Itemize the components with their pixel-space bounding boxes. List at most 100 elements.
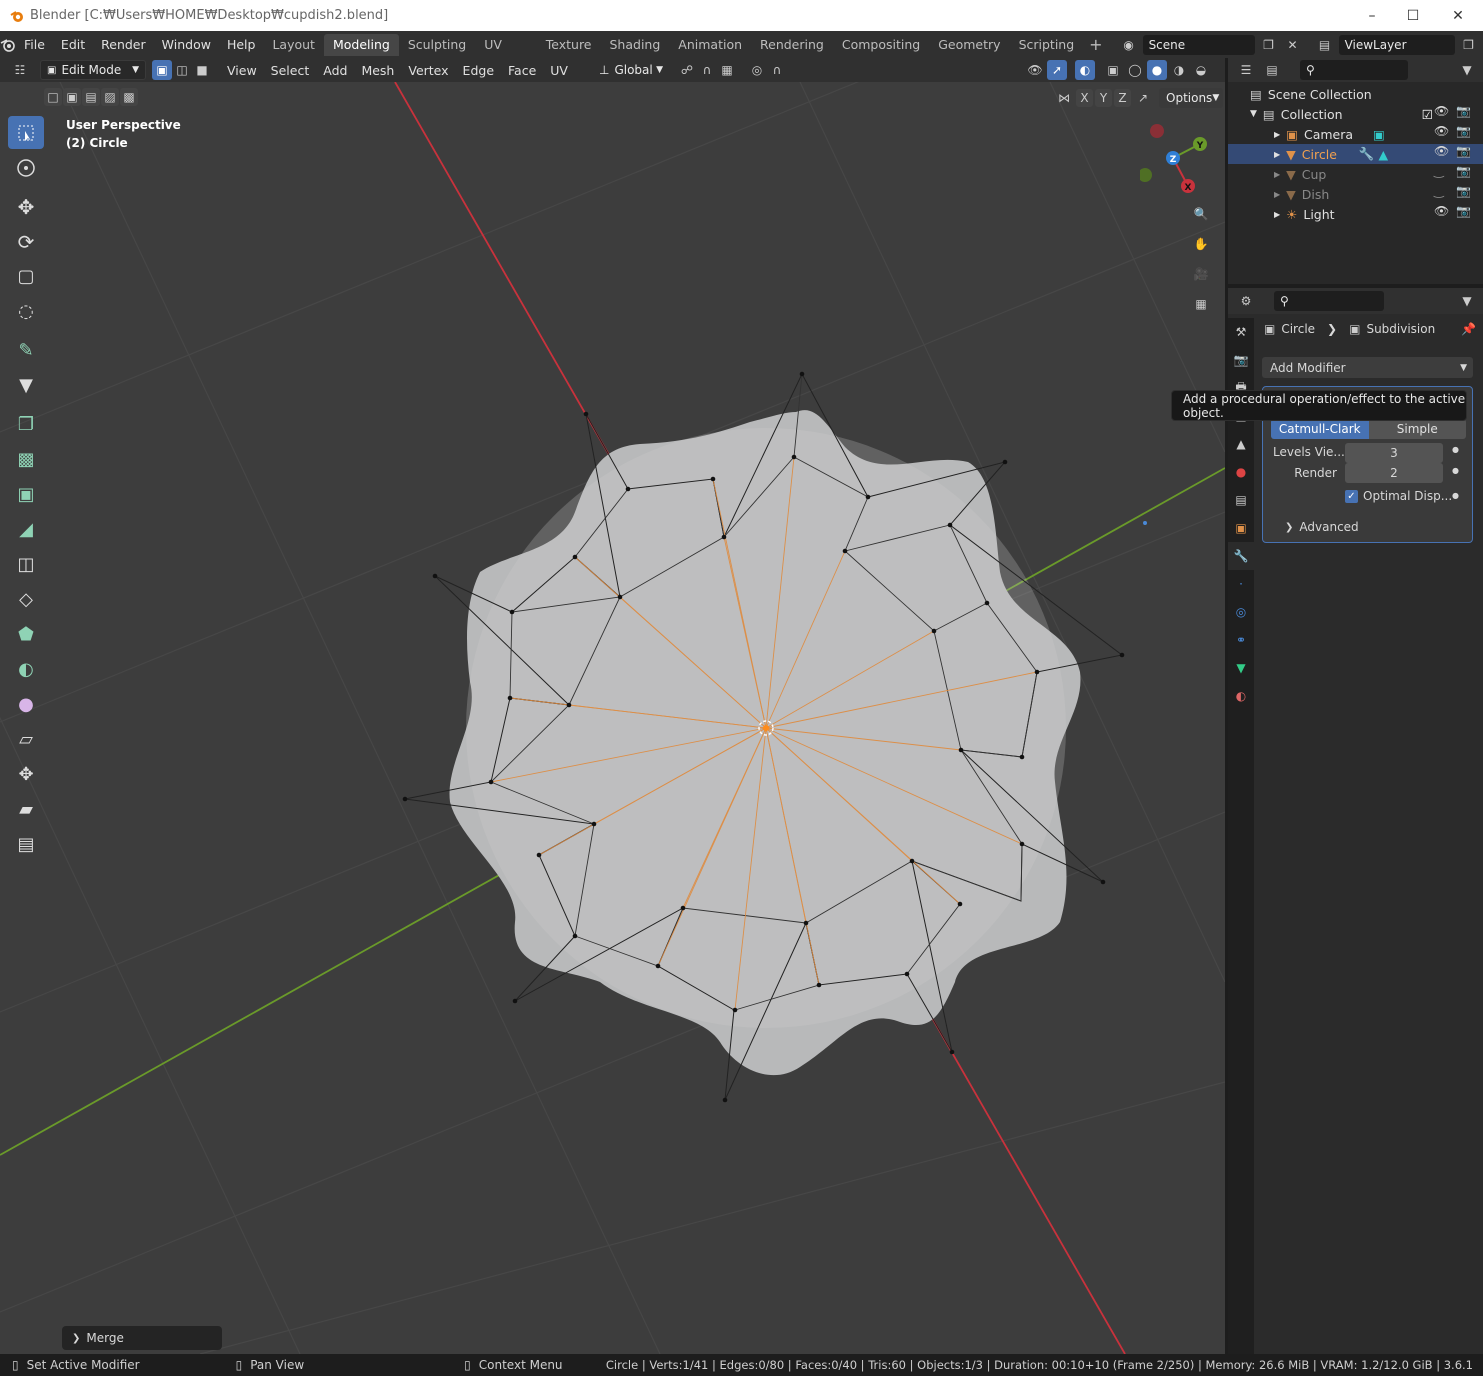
new-scene-icon[interactable]: ❐ <box>1259 35 1279 55</box>
menu-select[interactable]: Select <box>264 63 317 78</box>
add-workspace-icon[interactable]: + <box>1083 35 1108 54</box>
collection-tab[interactable]: ▤ <box>1228 486 1254 514</box>
solid-shading-icon[interactable]: ● <box>1147 60 1167 80</box>
tab-modeling[interactable]: Modeling <box>323 33 399 56</box>
outliner-scene-collection[interactable]: ▤ Scene Collection <box>1228 84 1483 104</box>
simple-button[interactable]: Simple <box>1368 419 1466 439</box>
shrink-fatten-tool[interactable]: ✥ <box>8 758 44 791</box>
levels-viewport-field[interactable]: 3 <box>1345 443 1443 463</box>
menu-view[interactable]: View <box>220 63 264 78</box>
snap-target-icon[interactable]: ▦ <box>717 60 737 80</box>
select-box-tool[interactable] <box>8 116 44 149</box>
scene-tab[interactable]: ▲ <box>1228 430 1254 458</box>
tab-rendering[interactable]: Rendering <box>751 34 833 56</box>
visibility-icon[interactable]: 👁 <box>1025 60 1045 80</box>
knife-tool[interactable]: ◇ <box>8 583 44 616</box>
tab-compositing[interactable]: Compositing <box>833 34 929 56</box>
tab-animation[interactable]: Animation <box>669 34 751 56</box>
keyframe-dot-icon[interactable]: ● <box>1452 445 1459 454</box>
gizmo-toggle-icon[interactable]: ➚ <box>1047 60 1067 80</box>
properties-search[interactable]: ⚲ <box>1274 291 1384 311</box>
material-tab[interactable]: ◐ <box>1228 682 1254 710</box>
menu-add[interactable]: Add <box>316 63 354 78</box>
face-select-icon[interactable]: ■ <box>192 60 212 80</box>
select-extend-icon[interactable]: ▣ <box>63 88 81 106</box>
world-tab[interactable]: ● <box>1228 458 1254 486</box>
falloff-icon[interactable]: ∩ <box>767 60 787 80</box>
overlay-toggle-icon[interactable]: ◐ <box>1075 60 1095 80</box>
object-tab[interactable]: ▣ <box>1228 514 1254 542</box>
rip-region-tool[interactable]: ▤ <box>8 828 44 861</box>
eye-closed-icon[interactable]: ‿ <box>1434 184 1449 202</box>
minimize-button[interactable]: – <box>1349 0 1395 31</box>
zoom-icon[interactable]: 🔍 <box>1189 202 1213 226</box>
view-layer-icon[interactable]: ▤ <box>1315 35 1335 55</box>
optimal-display-checkbox[interactable]: ✓ Optimal Disp... <box>1345 489 1452 503</box>
options-dropdown[interactable]: Options ▼ <box>1159 88 1223 108</box>
mirror-x-toggle[interactable]: X <box>1076 89 1093 107</box>
outliner-search[interactable]: ⚲ <box>1300 60 1408 80</box>
advanced-subpanel[interactable]: ❯ Advanced <box>1285 520 1359 534</box>
rendered-shading-icon[interactable]: ◒ <box>1191 60 1211 80</box>
menu-render[interactable]: Render <box>93 35 154 55</box>
menu-edge[interactable]: Edge <box>456 63 501 78</box>
scene-field[interactable]: Scene <box>1142 34 1255 55</box>
edge-select-icon[interactable]: ◫ <box>172 60 192 80</box>
render-camera-icon[interactable]: 📷 <box>1456 204 1471 222</box>
inset-tool[interactable]: ▣ <box>8 478 44 511</box>
menu-file[interactable]: File <box>16 35 53 55</box>
auto-merge-icon[interactable]: ↗ <box>1133 88 1153 108</box>
add-cube-tool[interactable]: ❐ <box>8 408 44 441</box>
snap-icon[interactable]: ∩ <box>697 60 717 80</box>
menu-vertex[interactable]: Vertex <box>401 63 455 78</box>
tab-layout[interactable]: Layout <box>263 34 324 56</box>
ortho-grid-icon[interactable]: ▦ <box>1189 292 1213 316</box>
tab-shading[interactable]: Shading <box>601 34 670 56</box>
last-operator-panel[interactable]: ❯ Merge <box>62 1326 222 1350</box>
spin-tool[interactable]: ◐ <box>8 653 44 686</box>
modifier-tab[interactable]: 🔧 <box>1228 542 1254 570</box>
menu-mesh[interactable]: Mesh <box>354 63 401 78</box>
render-tab[interactable]: 📷 <box>1228 346 1254 374</box>
extrude-tool[interactable]: ▩ <box>8 443 44 476</box>
transform-orientation-dropdown[interactable]: ⊥ Global ▼ <box>593 60 669 80</box>
bevel-tool[interactable]: ◢ <box>8 513 44 546</box>
remove-scene-icon[interactable]: ✕ <box>1283 35 1303 55</box>
close-button[interactable]: ✕ <box>1435 0 1481 31</box>
catmull-clark-button[interactable]: Catmull-Clark <box>1271 419 1369 439</box>
render-camera-icon[interactable]: 📷 <box>1456 184 1471 202</box>
annotate-tool[interactable]: ✎ <box>8 334 44 367</box>
outliner-editor-icon[interactable]: ☰ <box>1236 60 1256 80</box>
eye-icon[interactable]: 👁 <box>1434 124 1449 142</box>
camera-view-icon[interactable]: 🎥 <box>1189 262 1213 286</box>
rotate-tool[interactable]: ⟳ <box>8 225 44 258</box>
keyframe-dot-icon[interactable]: ● <box>1452 491 1459 500</box>
menu-edit[interactable]: Edit <box>53 35 93 55</box>
eye-icon[interactable]: 👁 <box>1434 204 1449 222</box>
particles-tab[interactable]: ⋅ <box>1228 570 1254 598</box>
checkbox-icon[interactable]: ☑ <box>1422 107 1433 122</box>
3d-viewport[interactable]: □ ▣ ▤ ▨ ▩ User Perspective (2) Circle ⋈ … <box>0 82 1225 1354</box>
select-subtract-icon[interactable]: ▤ <box>82 88 100 106</box>
editor-type-icon[interactable]: ☷ <box>10 60 30 80</box>
blender-menu-icon[interactable] <box>0 38 16 52</box>
menu-face[interactable]: Face <box>501 63 543 78</box>
mode-dropdown[interactable]: ▣ Edit Mode ▼ <box>40 60 146 80</box>
mirror-icon[interactable]: ⋈ <box>1054 88 1074 108</box>
constraints-tab[interactable]: ⚭ <box>1228 626 1254 654</box>
maximize-button[interactable]: ☐ <box>1390 0 1436 31</box>
scale-tool[interactable]: ▢ <box>8 260 44 293</box>
render-levels-field[interactable]: 2 <box>1345 463 1443 483</box>
add-modifier-button[interactable]: Add Modifier ▼ <box>1262 357 1473 378</box>
select-new-icon[interactable]: □ <box>44 88 62 106</box>
pivot-icon[interactable]: ☍ <box>677 60 697 80</box>
loop-cut-tool[interactable]: ◫ <box>8 548 44 581</box>
proportional-edit-icon[interactable]: ◎ <box>747 60 767 80</box>
data-tab[interactable]: ▼ <box>1228 654 1254 682</box>
smooth-tool[interactable]: ● <box>8 688 44 721</box>
render-camera-icon[interactable]: 📷 <box>1456 164 1471 182</box>
render-camera-icon[interactable]: 📷 <box>1456 104 1471 122</box>
physics-tab[interactable]: ◎ <box>1228 598 1254 626</box>
navigation-gizmo[interactable]: Y X Z <box>1140 118 1210 198</box>
menu-help[interactable]: Help <box>219 35 264 55</box>
